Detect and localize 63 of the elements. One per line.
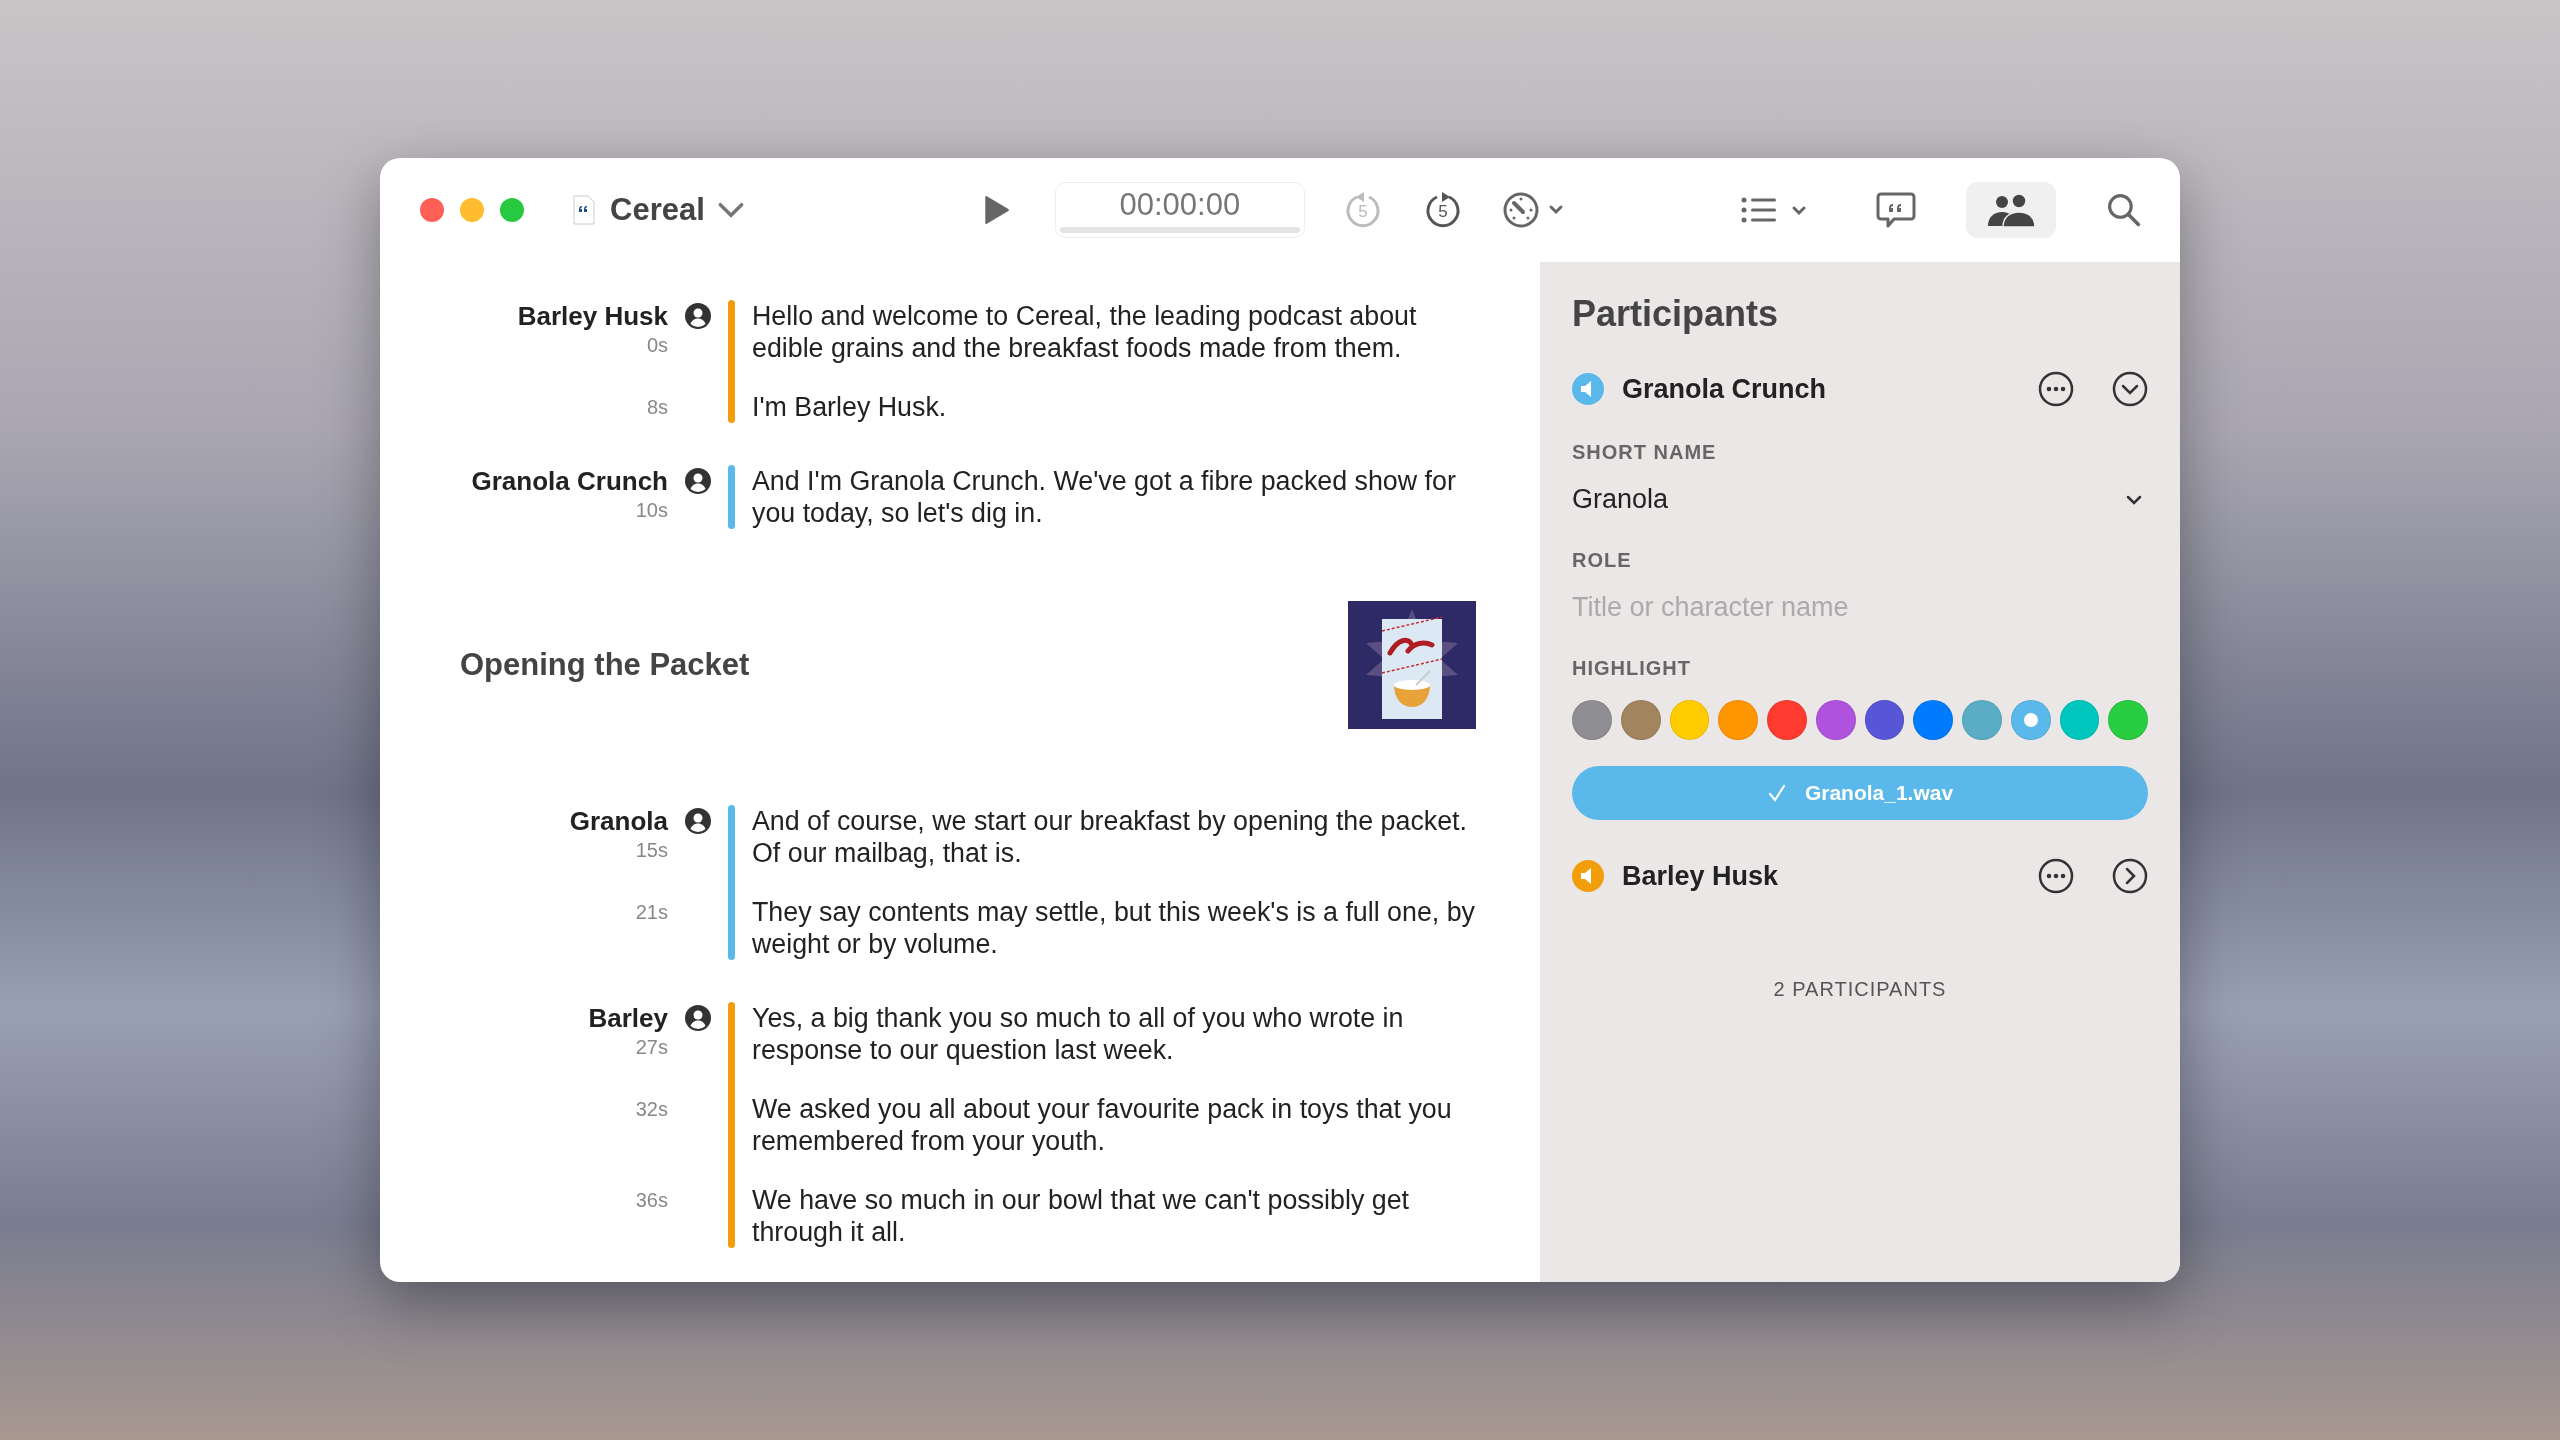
- color-swatch[interactable]: [1718, 700, 1758, 740]
- chevron-down-icon: [2126, 494, 2142, 505]
- transcript-paragraph: They say contents may settle, but this week's is a full one, by weight or by volume.: [752, 896, 1477, 960]
- timestamp[interactable]: 15s: [635, 837, 668, 863]
- timestamp[interactable]: 0s: [646, 332, 668, 358]
- person-icon[interactable]: [684, 467, 712, 495]
- timestamp[interactable]: 21s: [635, 896, 668, 928]
- chapter-heading: Opening the Packet: [460, 647, 750, 683]
- more-options-icon[interactable]: [2038, 371, 2074, 407]
- field-label: SHORT NAME: [1572, 441, 1717, 464]
- transcript-paragraph: Hello and welcome to Cereal, the leading podcast about edible grains and the breakfast foods made from them.: [752, 300, 1418, 364]
- person-icon[interactable]: [684, 1004, 712, 1032]
- transcript-paragraph: We have so much in our bowl that we can't possibly get through it all.: [752, 1184, 1411, 1248]
- timestamp[interactable]: 8s: [646, 391, 668, 423]
- more-options-icon[interactable]: [2038, 858, 2074, 894]
- color-swatch[interactable]: [1962, 700, 2002, 740]
- transcript-paragraph: We asked you all about your favourite pack in toys that you remembered from your youth.: [752, 1093, 1453, 1157]
- person-icon[interactable]: [684, 807, 712, 835]
- color-swatch[interactable]: [1669, 700, 1710, 740]
- transcript-paragraph: Yes, a big thank you so much to all of you who wrote in response to our question last week.: [752, 1002, 1405, 1066]
- people-icon: [1986, 192, 2036, 228]
- transcript-paragraph: And of course, we start our breakfast by opening the packet. Of our mailbag, that is.: [752, 805, 1468, 869]
- participant-count: 2 PARTICIPANTS: [1773, 978, 1947, 1001]
- field-label: HIGHLIGHT: [1572, 657, 1691, 680]
- color-swatch[interactable]: [1572, 700, 1612, 740]
- checkmark-icon: [1766, 783, 1787, 803]
- play-icon: [982, 195, 1009, 225]
- color-swatch[interactable]: [2010, 700, 2051, 740]
- timestamp[interactable]: 32s: [635, 1093, 668, 1125]
- color-swatch[interactable]: [2059, 700, 2100, 740]
- speaker-name[interactable]: Barley: [588, 1002, 668, 1034]
- search-icon: [2106, 192, 2142, 228]
- color-swatch[interactable]: [1620, 700, 1661, 740]
- quote-bubble-icon: [1876, 190, 1916, 230]
- timestamp[interactable]: 36s: [635, 1184, 668, 1216]
- timestamp[interactable]: 10s: [635, 497, 668, 523]
- field-label: ROLE: [1572, 549, 1632, 572]
- speaker-name[interactable]: Barley Husk: [517, 300, 668, 332]
- person-icon[interactable]: [684, 302, 712, 330]
- speaker-name[interactable]: Granola: [569, 805, 668, 837]
- color-swatch[interactable]: [1864, 700, 1905, 740]
- transcript-paragraph: I'm Barley Husk.: [752, 391, 948, 423]
- document-icon: [572, 195, 596, 225]
- transcript-paragraph: And I'm Granola Crunch. We've got a fibre packed show for you today, so let's dig in.: [752, 465, 1457, 529]
- color-swatch[interactable]: [1913, 700, 1953, 740]
- participants-toggle-button[interactable]: [1966, 182, 2056, 238]
- expand-chevron-icon[interactable]: [2112, 858, 2148, 894]
- role-field[interactable]: Title or character name: [1572, 592, 2148, 623]
- document-title-menu[interactable]: Cereal: [610, 192, 745, 228]
- color-swatch[interactable]: [1767, 700, 1807, 740]
- color-swatch[interactable]: [1815, 700, 1856, 740]
- sidebar-title: Participants: [1572, 293, 1780, 335]
- timecode-display[interactable]: 00:00:00: [1054, 182, 1305, 238]
- speaker-name[interactable]: Granola Crunch: [471, 465, 668, 497]
- participant-name[interactable]: Barley Husk: [1622, 860, 1779, 892]
- close-button[interactable]: [420, 198, 444, 222]
- collapse-chevron-icon[interactable]: [2112, 371, 2148, 407]
- participant-name[interactable]: Granola Crunch: [1622, 373, 1827, 405]
- skip-forward-button[interactable]: 5: [1412, 184, 1473, 236]
- chevron-down-icon: [716, 202, 745, 218]
- color-swatch[interactable]: [2108, 700, 2148, 740]
- timestamp[interactable]: 27s: [635, 1034, 668, 1060]
- short-name-field[interactable]: Granola: [1572, 484, 2148, 515]
